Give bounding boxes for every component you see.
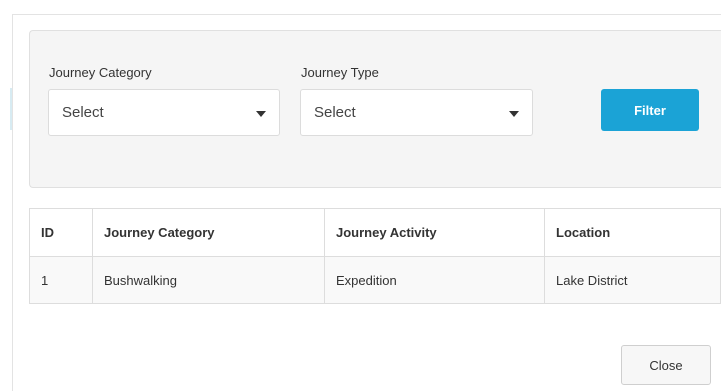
filter-button[interactable]: Filter — [601, 89, 699, 131]
close-button[interactable]: Close — [621, 345, 711, 385]
column-header-id[interactable]: ID — [29, 208, 93, 257]
table-row[interactable]: 1 Bushwalking Expedition Lake District — [29, 256, 721, 304]
column-header-location[interactable]: Location — [544, 208, 721, 257]
journey-category-label: Journey Category — [49, 65, 152, 80]
table-header-row: ID Journey Category Journey Activity Loc… — [29, 208, 721, 257]
journey-category-select[interactable]: Select — [48, 89, 280, 136]
column-header-journey-category[interactable]: Journey Category — [92, 208, 325, 257]
caret-down-icon — [509, 111, 519, 117]
journey-category-select-value: Select — [62, 104, 104, 121]
caret-down-icon — [256, 111, 266, 117]
journey-type-select[interactable]: Select — [300, 89, 533, 136]
column-header-journey-activity[interactable]: Journey Activity — [324, 208, 545, 257]
cell-journey-activity: Expedition — [324, 256, 545, 304]
journey-type-label: Journey Type — [301, 65, 379, 80]
cell-journey-category: Bushwalking — [92, 256, 325, 304]
cell-id: 1 — [29, 256, 93, 304]
journey-type-select-value: Select — [314, 104, 356, 121]
journeys-table: ID Journey Category Journey Activity Loc… — [29, 208, 721, 304]
cell-location: Lake District — [544, 256, 721, 304]
